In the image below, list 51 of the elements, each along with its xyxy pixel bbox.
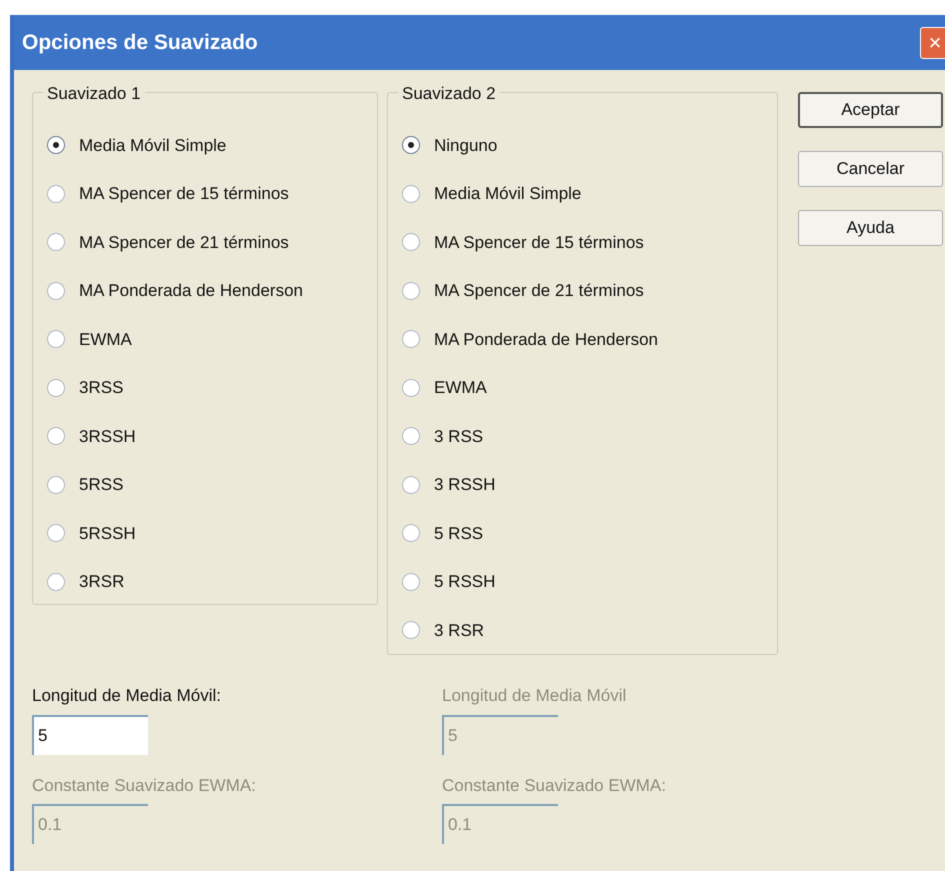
input-field[interactable]: 5 bbox=[32, 714, 148, 754]
option-label: Media Móvil Simple bbox=[79, 134, 226, 156]
dialog-button[interactable]: Ayuda bbox=[798, 210, 943, 246]
option-label: MA Spencer de 21 términos bbox=[434, 280, 644, 302]
radio-button[interactable] bbox=[47, 572, 65, 591]
option-label: MA Spencer de 15 términos bbox=[79, 183, 289, 205]
dialog-button[interactable]: Cancelar bbox=[798, 151, 943, 187]
option-label: Media Móvil Simple bbox=[434, 183, 582, 205]
option-label: EWMA bbox=[434, 377, 487, 399]
option-label: 5 RSSH bbox=[434, 571, 496, 593]
radio-button[interactable] bbox=[402, 524, 420, 542]
option-label: 3 RSSH bbox=[434, 474, 496, 496]
option-label: 5 RSS bbox=[434, 522, 484, 544]
option-label: 5RSSH bbox=[79, 522, 136, 544]
window-title: Opciones de Suavizado bbox=[22, 30, 258, 56]
radio-button[interactable] bbox=[402, 427, 420, 446]
option-label: EWMA bbox=[79, 328, 132, 350]
option-label: 3RSSH bbox=[79, 426, 136, 448]
option-label: Ninguno bbox=[434, 134, 498, 156]
option-label: 3 RSR bbox=[434, 620, 484, 642]
dialog-button[interactable]: Aceptar bbox=[798, 92, 943, 128]
radio-button[interactable] bbox=[47, 476, 65, 494]
radio-button[interactable] bbox=[402, 184, 420, 203]
option-label: 5RSS bbox=[79, 474, 124, 496]
option-label: MA Spencer de 21 términos bbox=[79, 232, 289, 254]
radio-button[interactable] bbox=[47, 378, 65, 397]
option-label: MA Spencer de 15 términos bbox=[434, 232, 644, 254]
radio-button[interactable] bbox=[47, 233, 65, 252]
radio-button[interactable] bbox=[402, 572, 420, 591]
option-label: 3 RSS bbox=[434, 426, 484, 448]
radio-button[interactable] bbox=[47, 184, 65, 203]
radio-button[interactable] bbox=[402, 378, 420, 397]
radio-button[interactable] bbox=[402, 136, 420, 154]
field-label: Constante Suavizado EWMA: bbox=[32, 774, 257, 796]
radio-button[interactable] bbox=[47, 136, 65, 154]
option-label: MA Ponderada de Henderson bbox=[79, 280, 303, 302]
radio-button[interactable] bbox=[402, 233, 420, 252]
radio-button[interactable] bbox=[47, 282, 65, 300]
radio-button[interactable] bbox=[402, 476, 420, 494]
field-label: Longitud de Media Móvil bbox=[442, 685, 628, 707]
option-label: 3RSS bbox=[79, 377, 124, 399]
field-label: Longitud de Media Móvil: bbox=[32, 685, 222, 707]
radio-button[interactable] bbox=[47, 524, 65, 542]
option-label: MA Ponderada de Henderson bbox=[434, 328, 658, 350]
radio-button[interactable] bbox=[47, 427, 65, 446]
radio-button[interactable] bbox=[402, 330, 420, 348]
option-label: 3RSR bbox=[79, 571, 124, 593]
radio-button[interactable] bbox=[402, 282, 420, 300]
radio-button[interactable] bbox=[47, 330, 65, 348]
radio-button[interactable] bbox=[402, 621, 420, 640]
field-label: Constante Suavizado EWMA: bbox=[442, 774, 666, 796]
